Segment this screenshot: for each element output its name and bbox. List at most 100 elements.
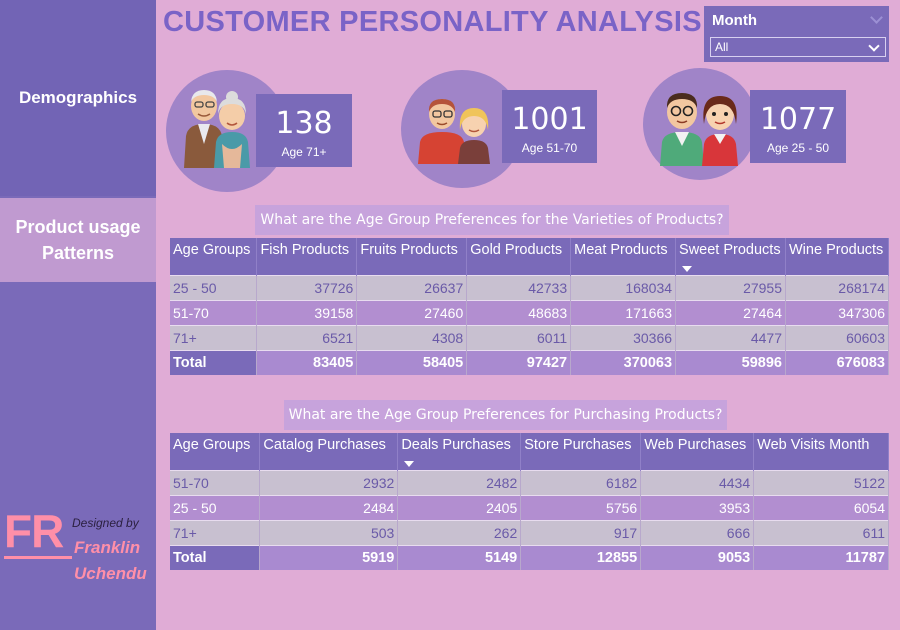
month-dropdown[interactable]: All	[710, 37, 886, 57]
chevron-down-icon	[868, 40, 880, 52]
table-cell: 4434	[640, 469, 755, 495]
kpi-box: 1001 Age 51-70	[502, 90, 597, 163]
column-header[interactable]: Fish Products	[256, 238, 358, 275]
table-row: 71+ 503 262 917 666 611	[170, 519, 889, 545]
table-cell: 27955	[675, 274, 786, 300]
sidebar-item-product-usage-patterns[interactable]: Product usage Patterns	[0, 198, 156, 282]
table2-caption: What are the Age Group Preferences for P…	[284, 400, 727, 430]
table-cell: 6182	[520, 469, 642, 495]
total-cell: 58405	[356, 349, 468, 375]
table-cell: 3953	[640, 494, 755, 520]
young-couple-icon	[660, 93, 738, 166]
table-cell: 268174	[785, 274, 889, 300]
table-cell: 39158	[256, 299, 358, 325]
row-label: 25 - 50	[170, 274, 258, 300]
table-cell: 4477	[675, 324, 786, 350]
collapse-icon[interactable]	[870, 11, 883, 24]
column-header[interactable]: Wine Products	[785, 238, 889, 275]
dropdown-value: All	[715, 40, 729, 54]
table-cell: 27460	[356, 299, 468, 325]
table-row: 71+ 6521 4308 6011 30366 4477 60603	[170, 324, 889, 350]
purchasing-table: Age Groups Catalog Purchases Deals Purch…	[170, 433, 889, 570]
page-title: CUSTOMER PERSONALITY ANALYSIS	[163, 6, 702, 38]
table-cell: 171663	[570, 299, 677, 325]
table-cell: 30366	[570, 324, 677, 350]
table-cell: 26637	[356, 274, 468, 300]
column-header[interactable]: Web Visits Month	[753, 433, 889, 470]
elderly-couple-icon	[184, 90, 250, 168]
table-header-row: Age Groups Fish Products Fruits Products…	[170, 238, 889, 275]
total-cell: 97427	[466, 349, 572, 375]
kpi-label: Age 71+	[281, 145, 327, 159]
column-header[interactable]: Catalog Purchases	[259, 433, 399, 470]
table-cell: 42733	[466, 274, 572, 300]
column-header-sorted[interactable]: Deals Purchases	[397, 433, 522, 470]
column-header[interactable]: Meat Products	[570, 238, 677, 275]
row-label: 51-70	[170, 469, 261, 495]
table-total-row: Total 5919 5149 12855 9053 11787	[170, 544, 889, 570]
kpi-value: 1077	[759, 102, 837, 137]
total-label: Total	[170, 349, 258, 375]
kpi-value: 1001	[511, 102, 588, 137]
designer-logo: FR Designed by Franklin Uchendu	[4, 502, 156, 592]
table-cell: 5756	[520, 494, 642, 520]
table-row: 25 - 50 37726 26637 42733 168034 27955 2…	[170, 274, 889, 300]
table-cell: 168034	[570, 274, 677, 300]
total-label: Total	[170, 544, 261, 570]
table-cell: 2484	[259, 494, 399, 520]
kpi-box: 1077 Age 25 - 50	[750, 90, 846, 163]
month-slicer[interactable]: Month All	[704, 6, 889, 62]
table-cell: 503	[259, 519, 399, 545]
table-row: 51-70 2932 2482 6182 4434 5122	[170, 469, 889, 495]
kpi-label: Age 51-70	[521, 141, 578, 155]
column-header-sorted[interactable]: Sweet Products	[675, 238, 786, 275]
total-cell: 676083	[785, 349, 889, 375]
column-header[interactable]: Fruits Products	[356, 238, 468, 275]
table-cell: 262	[397, 519, 522, 545]
designer-first-name: Franklin	[74, 538, 141, 557]
total-cell: 12855	[520, 544, 642, 570]
table-cell: 48683	[466, 299, 572, 325]
row-label: 71+	[170, 519, 261, 545]
table-cell: 6011	[466, 324, 572, 350]
table-cell: 27464	[675, 299, 786, 325]
sidebar-item-demographics[interactable]: Demographics	[0, 0, 156, 196]
logo-initials: FR	[4, 505, 64, 557]
kpi-value: 138	[275, 106, 333, 141]
row-label: 51-70	[170, 299, 258, 325]
table-cell: 60603	[785, 324, 889, 350]
designed-by-text: Designed by	[72, 516, 139, 530]
table-cell: 2932	[259, 469, 399, 495]
table-cell: 2405	[397, 494, 522, 520]
column-header[interactable]: Web Purchases	[640, 433, 755, 470]
table-row: 25 - 50 2484 2405 5756 3953 6054	[170, 494, 889, 520]
logo-underline	[4, 556, 72, 559]
table-cell: 6054	[753, 494, 889, 520]
total-cell: 5919	[259, 544, 399, 570]
designer-last-name: Uchendu	[74, 564, 147, 583]
table-cell: 6521	[256, 324, 358, 350]
sidebar-item-label: Demographics	[18, 88, 138, 107]
table-row: 51-70 39158 27460 48683 171663 27464 347…	[170, 299, 889, 325]
column-header[interactable]: Gold Products	[466, 238, 572, 275]
total-cell: 11787	[753, 544, 889, 570]
total-cell: 5149	[397, 544, 522, 570]
sort-descending-icon	[682, 265, 693, 272]
total-cell: 59896	[675, 349, 786, 375]
slicer-title: Month	[712, 12, 757, 29]
sort-descending-icon	[404, 460, 415, 467]
middle-aged-couple-icon	[418, 99, 490, 164]
table-cell: 917	[520, 519, 642, 545]
table1-caption: What are the Age Group Preferences for t…	[255, 205, 729, 235]
row-label: 71+	[170, 324, 258, 350]
product-varieties-table: Age Groups Fish Products Fruits Products…	[170, 238, 889, 375]
kpi-box: 138 Age 71+	[256, 94, 352, 167]
column-header[interactable]: Age Groups	[170, 433, 261, 470]
column-header[interactable]: Store Purchases	[520, 433, 642, 470]
table-total-row: Total 83405 58405 97427 370063 59896 676…	[170, 349, 889, 375]
table-header-row: Age Groups Catalog Purchases Deals Purch…	[170, 433, 889, 470]
table-cell: 2482	[397, 469, 522, 495]
column-header[interactable]: Age Groups	[170, 238, 258, 275]
sidebar-item-label: Product usage Patterns	[15, 217, 141, 263]
kpi-label: Age 25 - 50	[766, 141, 830, 155]
